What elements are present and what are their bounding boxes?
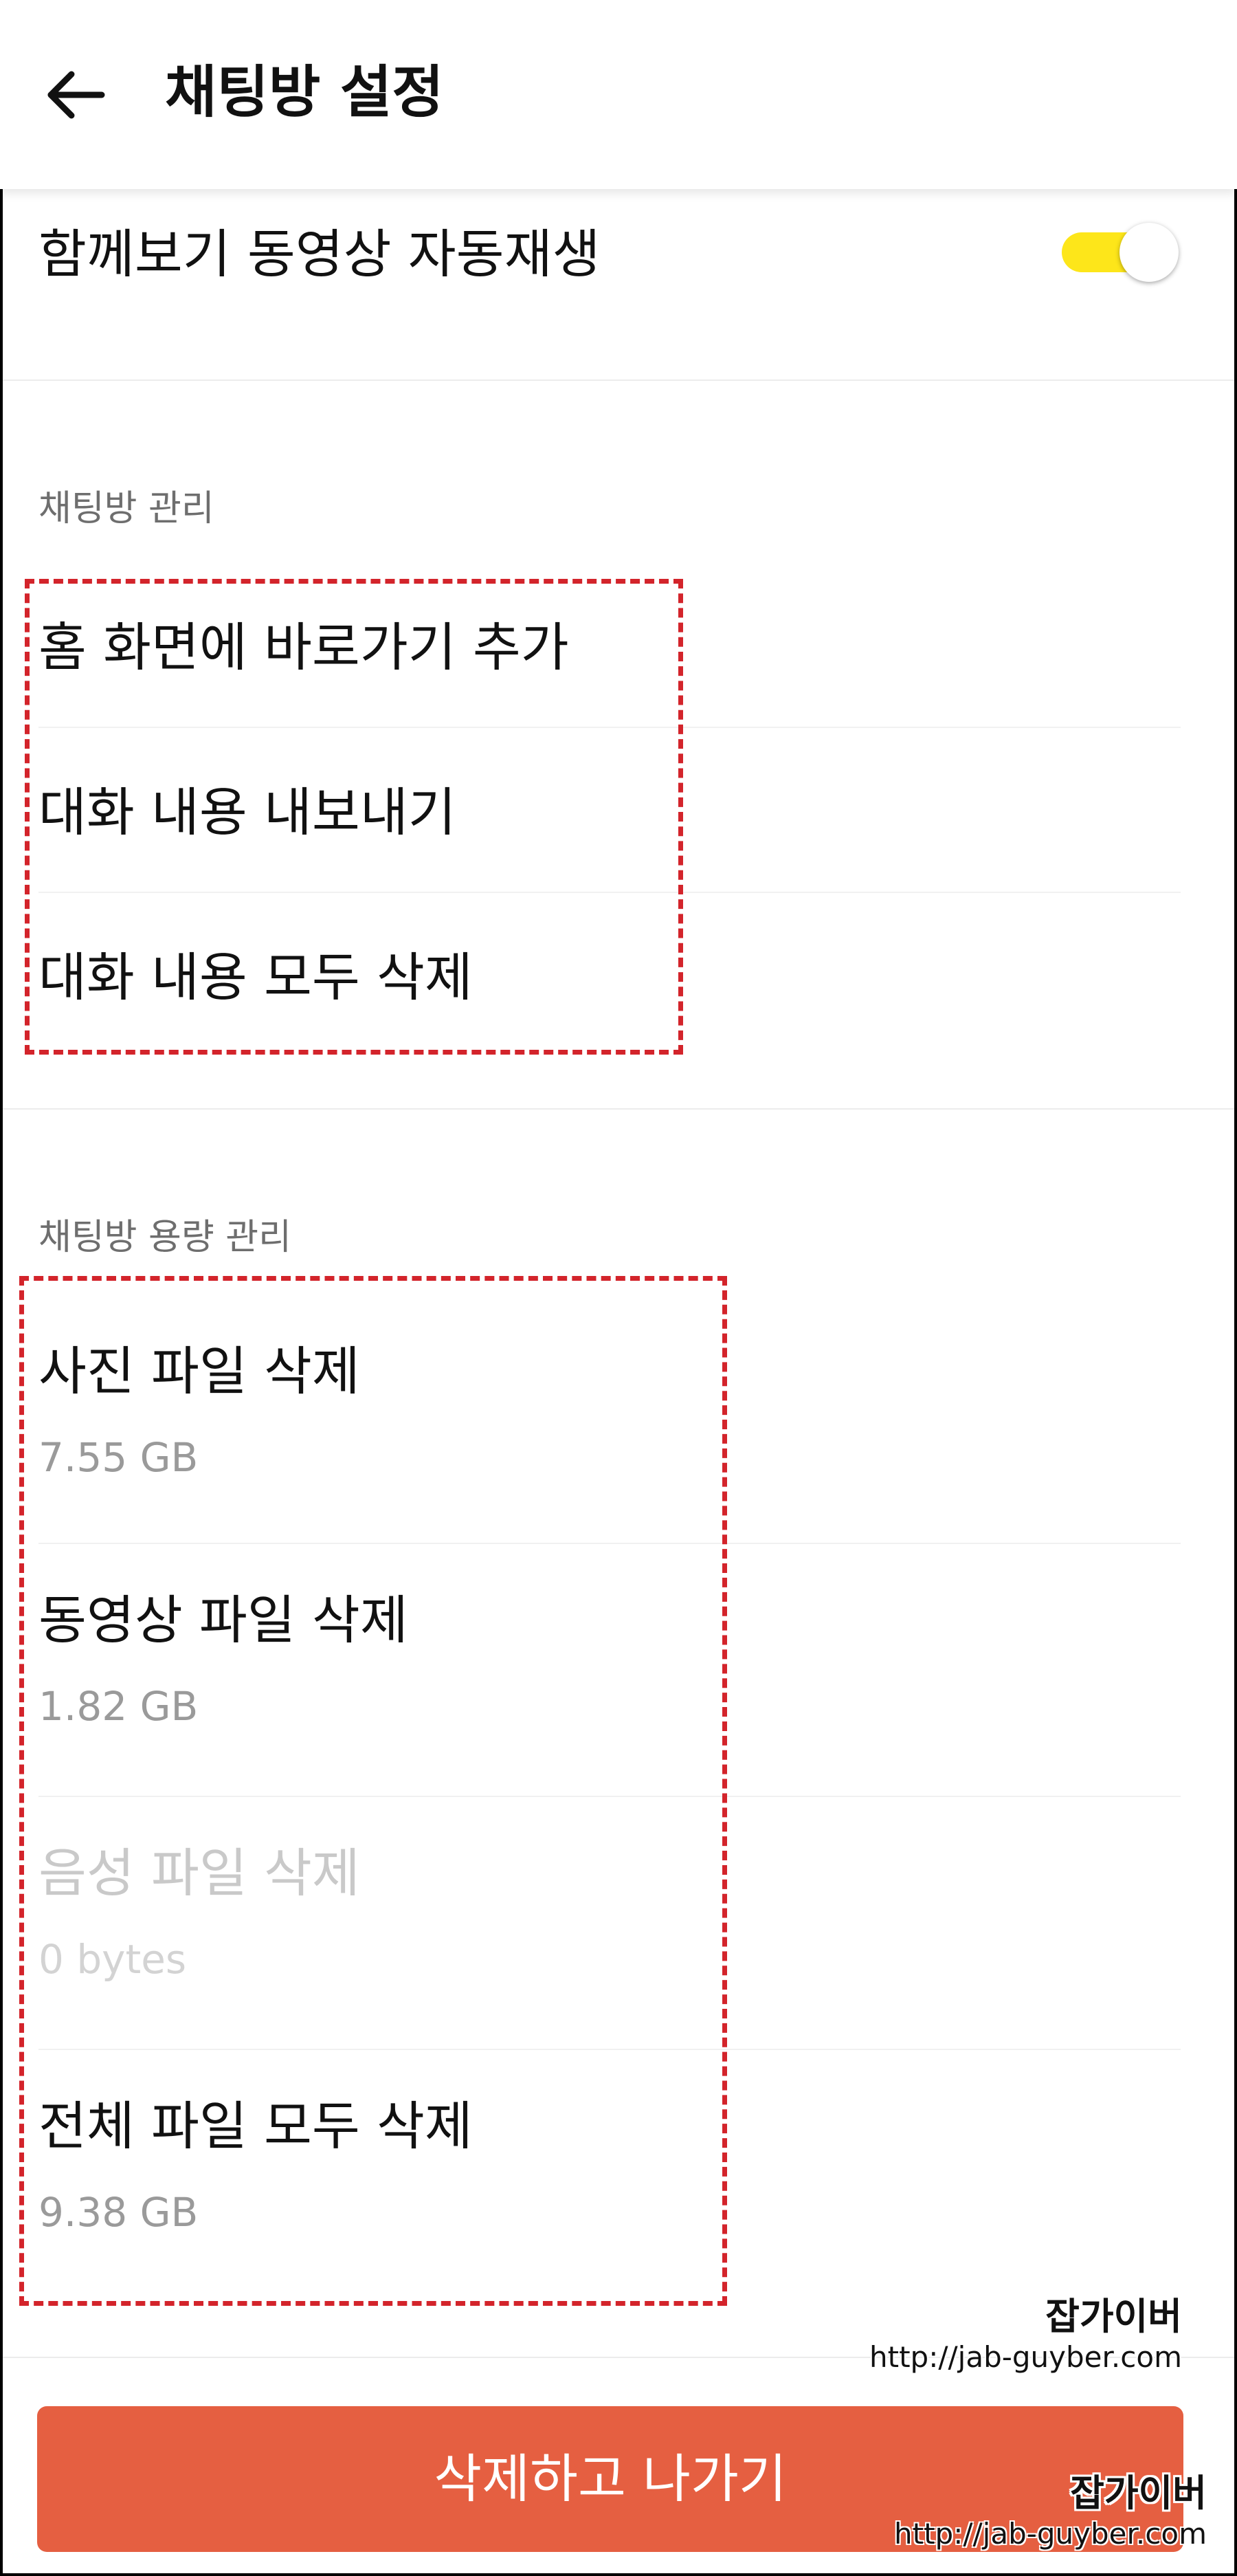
delete-voice-files-label: 음성 파일 삭제	[38, 1842, 360, 1904]
watermark-title: 잡가이버	[1045, 2295, 1182, 2338]
app-header: 채팅방 설정	[0, 0, 1237, 189]
section-divider	[0, 379, 1237, 381]
delete-all-chat-item[interactable]: 대화 내용 모두 삭제	[0, 894, 1237, 1059]
delete-all-files-item[interactable]: 전체 파일 모두 삭제 9.38 GB	[0, 2051, 1237, 2302]
item-divider	[38, 2049, 1181, 2050]
delete-and-leave-label: 삭제하고 나가기	[434, 2448, 787, 2509]
item-divider	[38, 727, 1181, 728]
chatroom-settings-screen: { "header": { "title": "채팅방 설정", "back_i…	[0, 0, 1237, 2576]
watermark-title: 잡가이버	[1070, 2472, 1207, 2515]
toggle-knob	[1119, 223, 1179, 282]
autoplay-toggle[interactable]	[1062, 219, 1179, 282]
add-home-shortcut-item[interactable]: 홈 화면에 바로가기 추가	[0, 605, 1237, 729]
all-files-size: 9.38 GB	[38, 2189, 199, 2236]
export-chat-label: 대화 내용 내보내기	[38, 782, 456, 843]
item-divider	[38, 1543, 1181, 1544]
delete-photo-files-item[interactable]: 사진 파일 삭제 7.55 GB	[0, 1292, 1237, 1543]
add-home-shortcut-label: 홈 화면에 바로가기 추가	[38, 617, 569, 678]
item-divider	[38, 892, 1181, 893]
autoplay-setting-row: 함께보기 동영상 자동재생	[0, 192, 1237, 378]
watermark: 잡가이버 http://jab-guyber.com	[869, 2295, 1182, 2376]
delete-all-files-label: 전체 파일 모두 삭제	[38, 2095, 473, 2157]
item-divider	[38, 1796, 1181, 1797]
video-files-size: 1.82 GB	[38, 1683, 199, 1730]
section-divider	[0, 1108, 1237, 1110]
watermark: 잡가이버 http://jab-guyber.com	[894, 2472, 1207, 2553]
watermark-url: http://jab-guyber.com	[869, 2340, 1182, 2374]
watermark-url: http://jab-guyber.com	[894, 2517, 1207, 2551]
export-chat-item[interactable]: 대화 내용 내보내기	[0, 729, 1237, 894]
delete-video-files-item[interactable]: 동영상 파일 삭제 1.82 GB	[0, 1545, 1237, 1796]
delete-video-files-label: 동영상 파일 삭제	[38, 1589, 408, 1651]
voice-files-size: 0 bytes	[38, 1936, 187, 1983]
section-label-storage-management: 채팅방 용량 관리	[38, 1217, 291, 1258]
photo-files-size: 7.55 GB	[38, 1434, 199, 1481]
page-title: 채팅방 설정	[165, 60, 444, 125]
delete-all-chat-label: 대화 내용 모두 삭제	[38, 947, 473, 1008]
delete-photo-files-label: 사진 파일 삭제	[38, 1341, 360, 1402]
delete-voice-files-item: 음성 파일 삭제 0 bytes	[0, 1798, 1237, 2049]
section-label-room-management: 채팅방 관리	[38, 488, 214, 529]
arrow-left-icon	[47, 71, 105, 119]
autoplay-label: 함께보기 동영상 자동재생	[38, 223, 601, 285]
back-button[interactable]	[43, 62, 109, 128]
